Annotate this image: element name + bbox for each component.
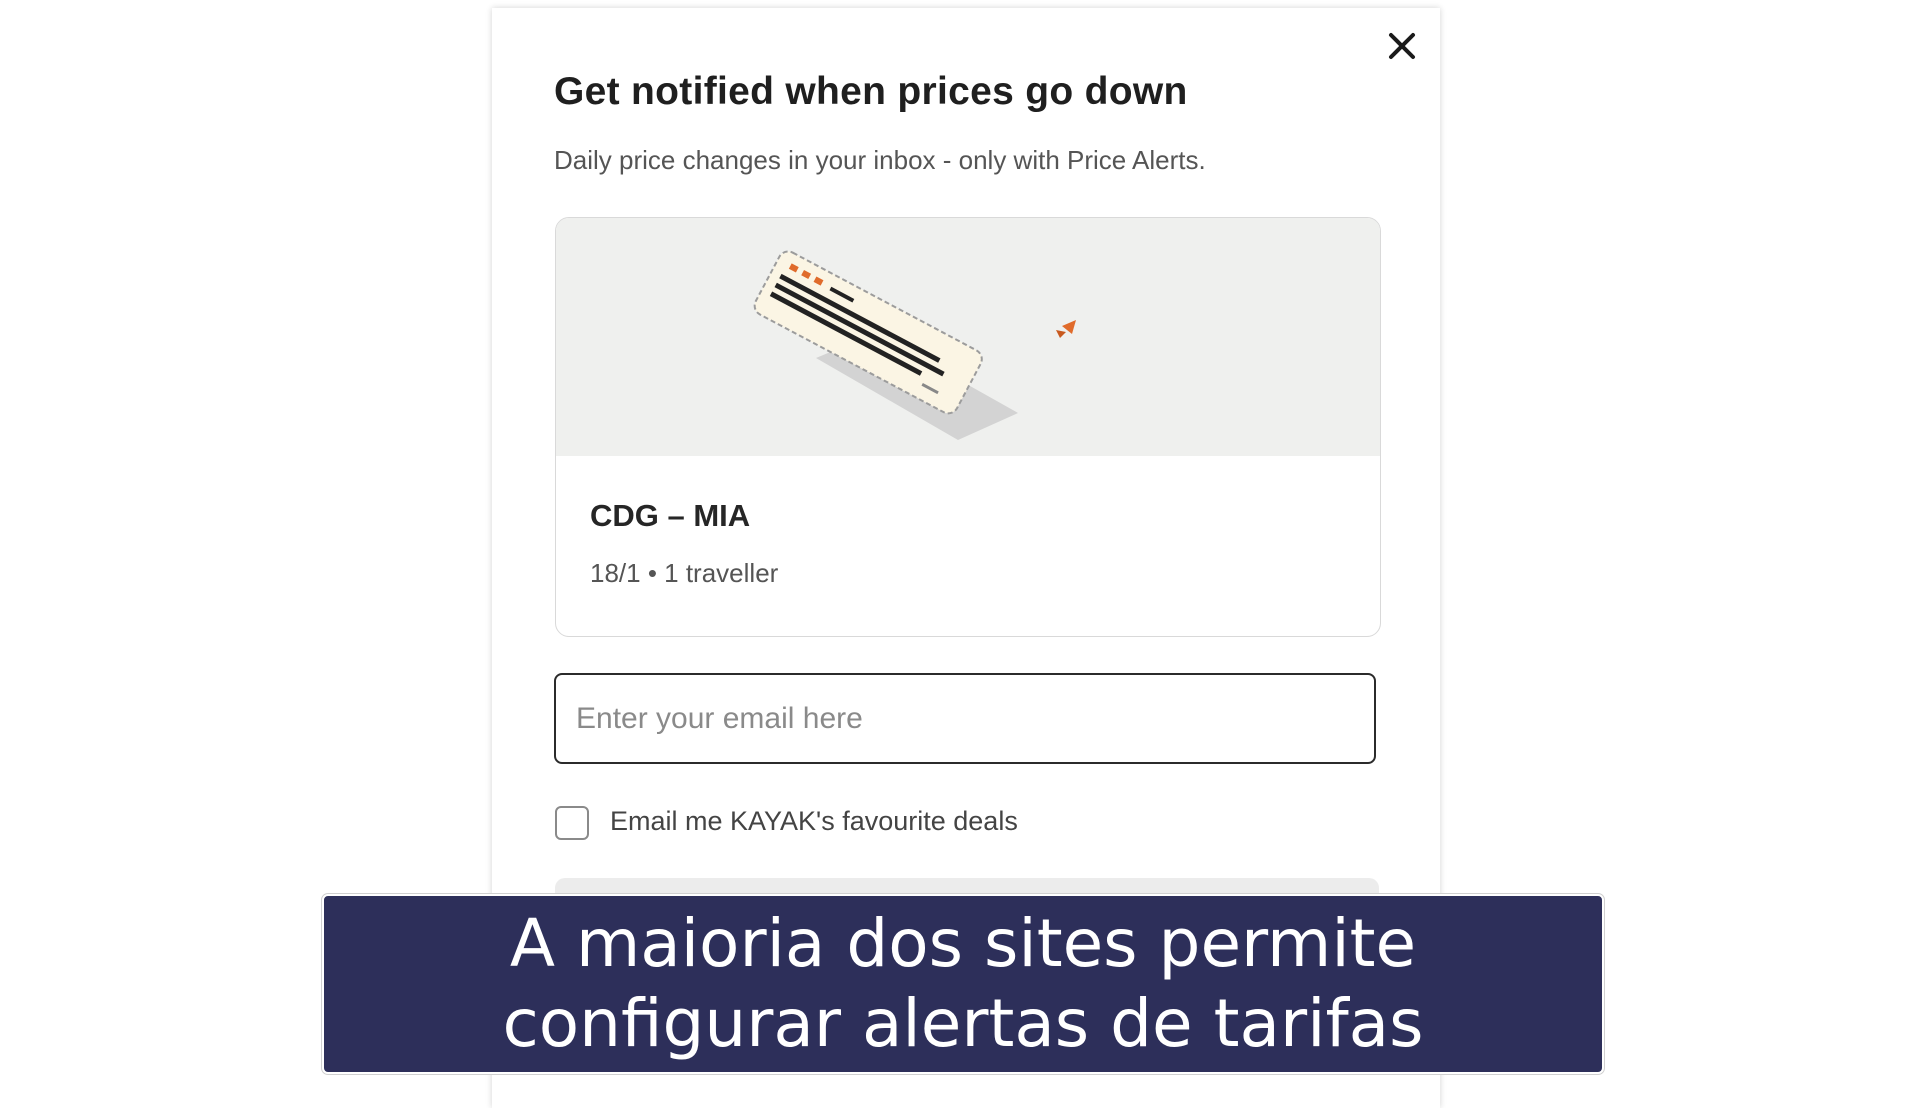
caption-line-2: configurar alertas de tarifas bbox=[502, 985, 1424, 1062]
flight-details: 18/1 • 1 traveller bbox=[590, 558, 779, 588]
modal-subtitle: Daily price changes in your inbox - only… bbox=[554, 145, 1206, 175]
deals-checkbox-label[interactable]: Email me KAYAK's favourite deals bbox=[610, 806, 1018, 837]
deals-checkbox[interactable] bbox=[555, 806, 589, 840]
email-input[interactable] bbox=[554, 673, 1376, 764]
flight-route: CDG – MIA bbox=[590, 498, 751, 533]
boarding-pass-illustration bbox=[753, 250, 1076, 440]
caption-line-1: A maioria dos sites permite bbox=[509, 905, 1417, 982]
caption-banner: A maioria dos sites permite configurar a… bbox=[322, 894, 1604, 1074]
modal-title: Get notified when prices go down bbox=[554, 70, 1188, 113]
card-illustration-area bbox=[556, 218, 1380, 456]
close-icon bbox=[1389, 33, 1415, 59]
flight-card: CDG – MIA 18/1 • 1 traveller bbox=[555, 217, 1381, 637]
close-button[interactable] bbox=[1382, 26, 1422, 66]
